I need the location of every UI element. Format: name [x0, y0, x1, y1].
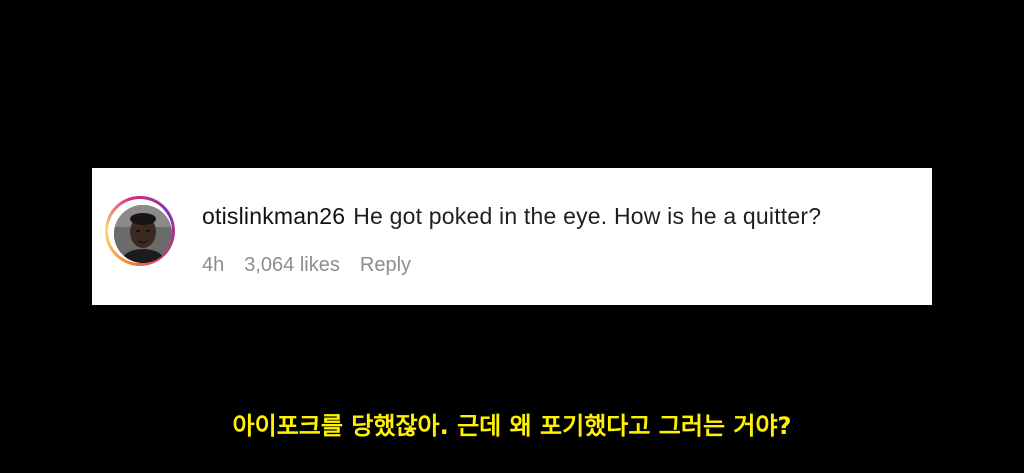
avatar[interactable] [114, 205, 172, 263]
comment-meta: 4h 3,064 likes Reply [202, 254, 431, 277]
subtitle-caption: 아이포크를 당했잖아. 근데 왜 포기했다고 그러는 거야? [232, 412, 792, 440]
comment-age[interactable]: 4h [202, 254, 224, 276]
comment-text-line: otislinkman26 He got poked in the eye. Ho… [202, 203, 821, 230]
likes-count[interactable]: 3,064 likes [244, 254, 340, 276]
username-link[interactable]: otislinkman26 [202, 203, 345, 229]
comment-card: otislinkman26 He got poked in the eye. Ho… [92, 168, 932, 305]
comment-body: He got poked in the eye. How is he a qui… [353, 203, 822, 229]
reply-button[interactable]: Reply [360, 254, 411, 276]
story-ring[interactable] [105, 196, 175, 266]
profile-photo-icon [114, 205, 172, 263]
